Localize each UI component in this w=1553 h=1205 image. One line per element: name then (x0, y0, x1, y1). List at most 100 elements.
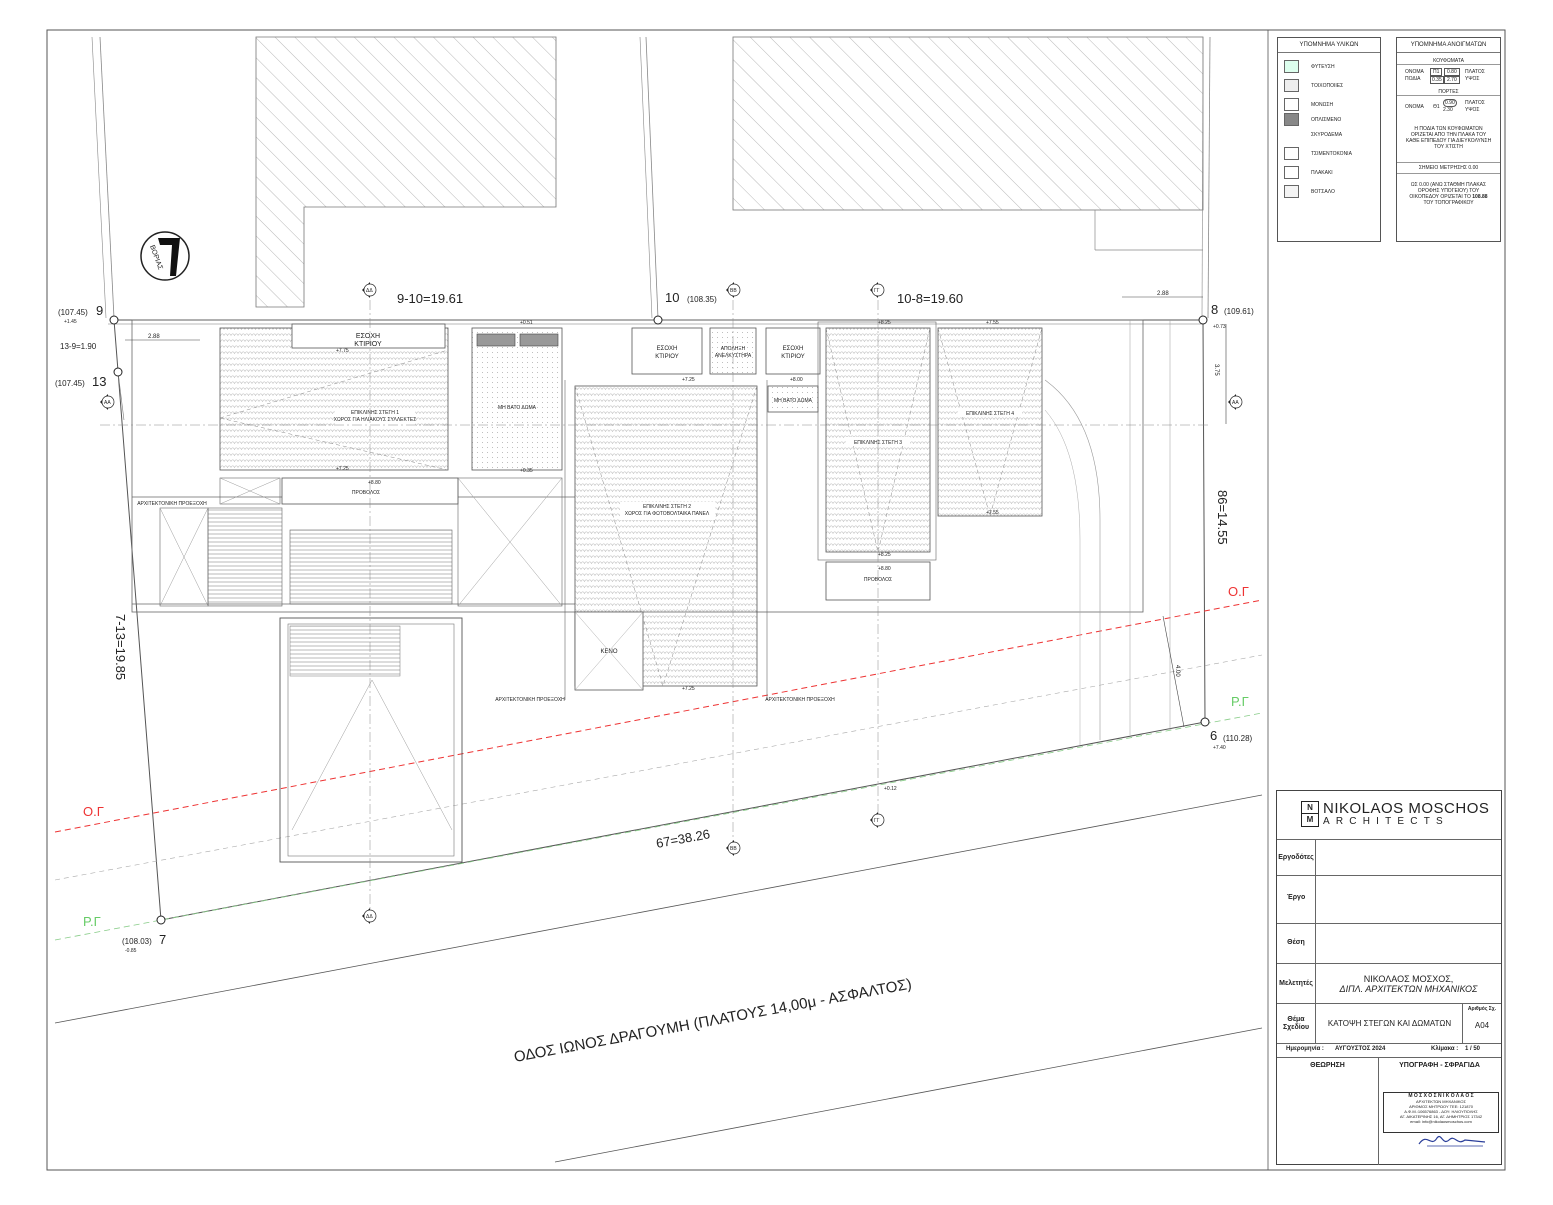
point-9: 9 (96, 303, 103, 318)
section-aa-left: ΑΑ (104, 400, 111, 406)
projection-2-label: ΕΣΟΧΗ (657, 346, 678, 352)
point-9-elev: (107.45) (58, 308, 88, 317)
designer-name: ΝΙΚΟΛΑΟΣ ΜΟΣΧΟΣ, (1363, 974, 1454, 984)
staircase-right (289, 529, 453, 605)
point-7: 7 (159, 932, 166, 947)
win-sill: 0.35 (1430, 76, 1444, 84)
legend-material-item: ΤΟΙΧΟΠΟΙΙΕΣ (1284, 76, 1376, 95)
svg-text:+0.35: +0.35 (520, 468, 533, 474)
win-right-1: ΠΛΑΤΟΣ (1465, 69, 1485, 75)
dim-67: 67=38.26 (655, 826, 711, 851)
firm-subtitle: ARCHITECTS (1323, 816, 1449, 827)
street-curb-north (54, 794, 1263, 1024)
svg-text:+7.25: +7.25 (682, 377, 695, 383)
point-8: 8 (1211, 302, 1218, 317)
roof-2-sublabel: ΧΩΡΟΣ ΓΙΑ ΦΩΤΟΒΟΛΤΑΙΚΑ ΠΑΝΕΛ (625, 511, 710, 517)
door-left: ΟΝΟΜΑ (1405, 104, 1424, 110)
water-tank-2 (519, 333, 559, 347)
section-aa-right: ΑΑ (1232, 400, 1239, 406)
point-10-elev: (108.35) (687, 295, 717, 304)
location-row: Θέση (1277, 923, 1501, 964)
non-walkable-roof-1 (471, 327, 563, 471)
sheet-number: Α04 (1474, 1021, 1490, 1030)
roof-4-label: ΕΠΙΚΛΙΝΗΣ ΣΤΕΓΗ 4 (966, 411, 1014, 417)
section-bb-bottom: ΒΒ (730, 846, 737, 852)
legend-materials-list: ΦΥΤΕΥΣΗ ΤΟΙΧΟΠΟΙΙΕΣ ΜΟΝΩΣΗ ΟΠΛΙΣΜΕΝΟ ΣΚΥΡΟΔΕ… (1278, 53, 1380, 201)
svg-text:+0.51: +0.51 (520, 320, 533, 326)
svg-text:+8.25: +8.25 (878, 320, 891, 326)
water-tank-1 (476, 333, 516, 347)
legend-material-label: ΠΛΑΚΑΚΙ (1311, 169, 1333, 176)
projection-2-sublabel: ΚΤΙΡΙΟΥ (655, 354, 678, 360)
street-curb-south (554, 1027, 1263, 1163)
street-name: ΟΔΟΣ ΙΩΝΟΣ ΔΡΑΓΟΥΜΗ (ΠΛΑΤΟΥΣ 14,00μ - ΑΣ… (513, 976, 913, 1066)
door-height: 2.30 (1443, 107, 1453, 113)
rg-label-right: Ρ.Γ (1231, 694, 1249, 709)
legend-material-label: ΟΠΛΙΣΜΕΝΟ (1311, 116, 1342, 123)
legend-swatch (1284, 113, 1299, 126)
svg-text:+7.55: +7.55 (986, 510, 999, 516)
projection-1-sublabel: ΚΤΙΡΙΟΥ (354, 341, 382, 348)
point-10: 10 (665, 290, 679, 305)
non-walkable-roof-2-label: ΜΗ ΒΑΤΟ ΔΩΜΑ (774, 398, 813, 404)
staircase-left (207, 507, 283, 607)
legend-material-label: ΤΟΙΧΟΠΟΙΙΕΣ (1311, 82, 1344, 89)
point-13: 13 (92, 374, 106, 389)
dim-288-left: 2.88 (148, 334, 160, 340)
og-label-left: Ο.Γ (83, 804, 104, 819)
dim-375: 3.75 (1213, 364, 1219, 376)
legend-material-item: ΜΟΝΩΣΗ (1284, 95, 1376, 114)
void-label: ΚΕΝΟ (600, 649, 617, 655)
section-dd-top: ΔΔ (366, 288, 373, 294)
dim-10-8: 10-8=19.60 (897, 291, 963, 306)
win-width: 0.80 (1444, 68, 1460, 76)
dim-13-9: 13-9=1.90 (60, 342, 97, 351)
dim-288-right: 2.88 (1157, 291, 1169, 297)
svg-text:+8.25: +8.25 (878, 552, 891, 558)
door-right-2: ΥΨΟΣ (1465, 107, 1480, 113)
legend-openings: ΥΠΟΜΝΗΜΑ ΑΝΟΙΓΜΑΤΩΝ ΚΟΥΦΩΜΑΤΑ ΟΝΟΜΑ ΠΟΔΙ… (1396, 37, 1501, 242)
review-label: ΘΕΩΡΗΣΗ (1310, 1062, 1345, 1069)
svg-text:+7.55: +7.55 (986, 320, 999, 326)
win-code: Π1 (1430, 68, 1443, 76)
point-13-elev: (107.45) (55, 379, 85, 388)
legend-material-label: ΜΟΝΩΣΗ (1311, 101, 1334, 108)
legend-swatch (1284, 147, 1299, 160)
rg-line (54, 712, 1263, 941)
arch-projection-label-1: ΑΡΧΙΤΕΚΤΟΝΙΚΗ ΠΡΟΕΞΟΧΗ (137, 501, 207, 507)
svg-text:-0.85: -0.85 (125, 948, 137, 954)
legend-material-item: ΤΣΙΜΕΝΤΟΚΟΝΙΑ (1284, 144, 1376, 163)
arch-projection-label-2: ΑΡΧΙΤΕΚΤΟΝΙΚΗ ΠΡΟΕΞΟΧΗ (495, 697, 565, 703)
firm-name: NIKOLAOS MOSCHOS (1323, 800, 1490, 817)
dim-86: 86=14.55 (1215, 490, 1230, 545)
arch-projection-label-3: ΑΡΧΙΤΕΚΤΟΝΙΚΗ ΠΡΟΕΞΟΧΗ (765, 697, 835, 703)
date-label: Ημερομηνία : (1286, 1046, 1324, 1052)
dim-7-13: 7-13=19.85 (113, 614, 128, 680)
legend-material-label: ΦΥΤΕΥΣΗ (1311, 63, 1335, 70)
roof-1-sublabel: ΧΩΡΟΣ ΓΙΑ ΗΛΙΑΚΟΥΣ ΣΥΛΛΕΚΤΕΣ (334, 417, 417, 423)
legend-materials-title: ΥΠΟΜΝΗΜΑ ΥΛΙΚΩΝ (1278, 38, 1380, 53)
legend-swatch (1284, 166, 1299, 179)
windows-title: ΚΟΥΦΩΜΑΤΑ (1397, 58, 1500, 65)
drawing-row: Θέμα Σχεδίου ΚΑΤΟΨΗ ΣΤΕΓΩΝ ΚΑΙ ΔΩΜΑΤΩΝ Α… (1277, 1003, 1501, 1044)
legend-material-item: ΦΥΤΕΥΣΗ (1284, 57, 1376, 76)
dim-9-10: 9-10=19.61 (397, 291, 463, 306)
non-walkable-roof-1-label: ΜΗ ΒΑΤΟ ΔΩΜΑ (498, 405, 537, 411)
og-label-right: Ο.Γ (1228, 584, 1249, 599)
svg-text:+8.80: +8.80 (878, 566, 891, 572)
sill-note: Η ΠΟΔΙΑ ΤΩΝ ΚΟΥΦΩΜΑΤΩΝ ΟΡΙΖΕΤΑΙ ΑΠΟ ΤΗΝ … (1405, 126, 1492, 150)
designer-row: Μελετητές ΝΙΚΟΛΑΟΣ ΜΟΣΧΟΣ, ΔΙΠΛ. ΑΡΧΙΤΕΚ… (1277, 963, 1501, 1004)
scale-value: 1 / 50 (1465, 1046, 1481, 1052)
signature-row: ΘΕΩΡΗΣΗ ΥΠΟΓΡΑΦΗ - ΣΦΡΑΓΙΔΑ Μ Ο Σ Χ Ο Σ … (1277, 1057, 1501, 1165)
point-7-elev: (108.03) (122, 937, 152, 946)
signature-label: ΥΠΟΓΡΑΦΗ - ΣΦΡΑΓΙΔΑ (1399, 1062, 1480, 1069)
legend-openings-title: ΥΠΟΜΝΗΜΑ ΑΝΟΙΓΜΑΤΩΝ (1397, 38, 1500, 53)
date-row: Ημερομηνία : ΑΥΓΟΥΣΤΟΣ 2024 Κλίμακα : 1 … (1277, 1043, 1501, 1056)
win-left-2: ΠΟΔΙΑ (1405, 76, 1421, 82)
roof-4 (937, 327, 1043, 517)
door-width: 0.90 (1443, 99, 1457, 107)
svg-text:+0.73: +0.73 (1213, 324, 1226, 330)
client-row: Εργοδότες (1277, 839, 1501, 876)
drawing-title: ΚΑΤΟΨΗ ΣΤΕΓΩΝ ΚΑΙ ΔΩΜΑΤΩΝ (1327, 1019, 1452, 1028)
elevator-sublabel: ΑΝΕΛΚΥΣΤΗΡΑ (715, 353, 752, 359)
